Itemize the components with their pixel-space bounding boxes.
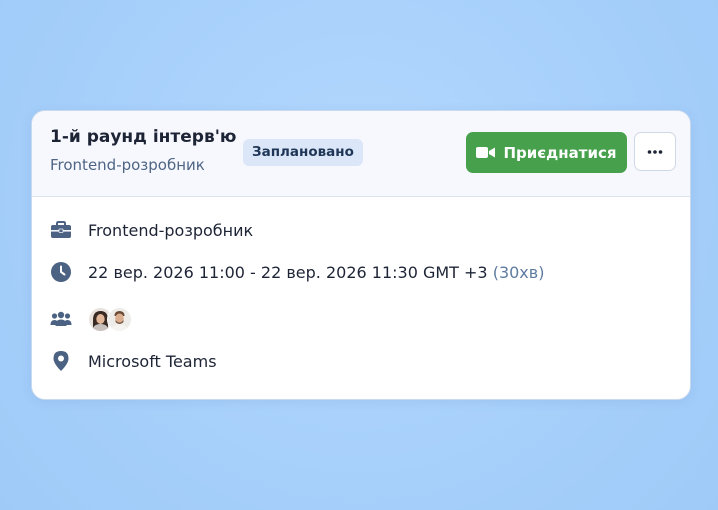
join-button[interactable]: Приєднатися xyxy=(466,132,627,173)
datetime-value: 22 вер. 2026 11:00 - 22 вер. 2026 11:30 … xyxy=(88,262,488,282)
status-badge: Заплановано xyxy=(243,139,363,166)
datetime-row: 22 вер. 2026 11:00 - 22 вер. 2026 11:30 … xyxy=(50,259,544,285)
position-text: Frontend-розробник xyxy=(88,220,254,240)
datetime-text: 22 вер. 2026 11:00 - 22 вер. 2026 11:30 … xyxy=(88,263,544,282)
clock-icon xyxy=(50,261,72,283)
map-pin-icon xyxy=(50,350,72,372)
card-header: 1-й раунд інтерв'ю Frontend-розробник За… xyxy=(32,111,690,197)
briefcase-icon xyxy=(50,219,72,241)
video-camera-icon xyxy=(476,146,496,159)
interview-card: 1-й раунд інтерв'ю Frontend-розробник За… xyxy=(31,110,691,400)
location-text: Microsoft Teams xyxy=(88,351,217,371)
more-options-button[interactable] xyxy=(634,132,676,171)
location-row: Microsoft Teams xyxy=(50,348,217,374)
avatar[interactable] xyxy=(107,306,132,332)
more-horizontal-icon xyxy=(647,149,663,154)
position-row: Frontend-розробник xyxy=(50,217,253,243)
interview-title: 1-й раунд інтерв'ю xyxy=(50,127,237,147)
join-button-label: Приєднатися xyxy=(503,143,617,162)
interview-subtitle: Frontend-розробник xyxy=(50,156,205,174)
duration-value: (30хв) xyxy=(492,262,545,282)
users-icon xyxy=(50,308,72,330)
participant-avatars xyxy=(88,306,132,332)
participants-row xyxy=(50,306,132,332)
